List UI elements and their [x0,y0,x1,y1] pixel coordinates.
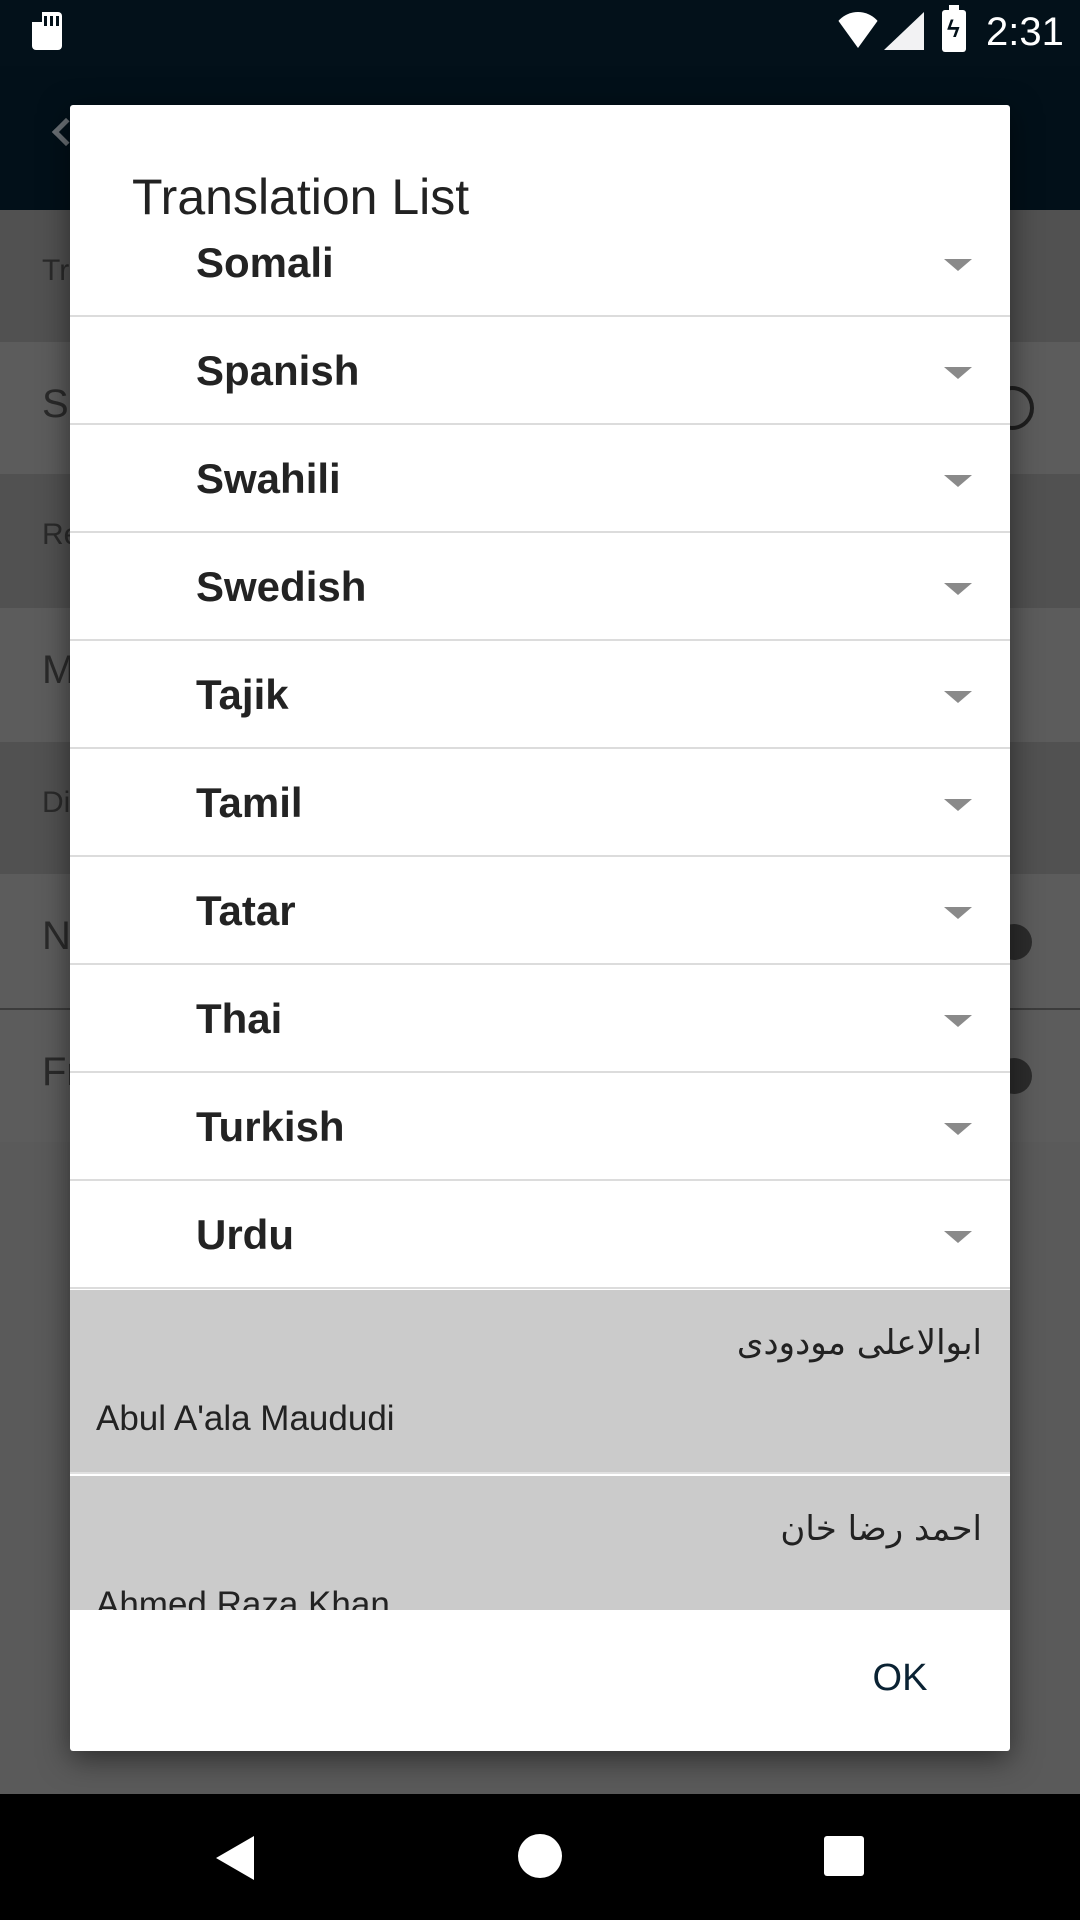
language-row-tatar[interactable]: Tatar [70,857,1010,965]
caret-down-icon[interactable] [944,907,972,919]
language-row-spanish[interactable]: Spanish [70,317,1010,425]
translation-list-dialog: Somali Spanish Swahili Swedish Tajik Tam… [70,105,1010,1751]
translation-native-name: احمد رضا خان [780,1509,982,1549]
status-bar: ϟ 2:31 [0,0,1080,66]
caret-down-icon[interactable] [944,475,972,487]
ok-button[interactable]: OK [830,1640,970,1716]
nav-home-icon[interactable] [518,1834,562,1878]
nav-recents-icon[interactable] [824,1836,864,1876]
caret-down-icon[interactable] [944,1015,972,1027]
caret-down-icon[interactable] [944,583,972,595]
caret-down-icon[interactable] [944,1231,972,1243]
status-time: 2:31 [986,10,1064,54]
navigation-bar [0,1794,1080,1920]
caret-down-icon[interactable] [944,691,972,703]
language-row-somali[interactable]: Somali [70,225,1010,317]
caret-down-icon[interactable] [944,259,972,271]
language-label: Tajik [196,671,289,718]
language-label: Tatar [196,887,296,934]
signal-icon [884,12,924,50]
caret-down-icon[interactable] [944,1123,972,1135]
language-label: Swahili [196,455,341,502]
language-row-tamil[interactable]: Tamil [70,749,1010,857]
language-label: Swedish [196,563,367,610]
translation-item[interactable]: ابوالاعلی مودودی Abul A'ala Maududi [70,1290,1010,1474]
language-row-tajik[interactable]: Tajik [70,641,1010,749]
language-label: Thai [196,995,283,1042]
language-list[interactable]: Somali Spanish Swahili Swedish Tajik Tam… [70,225,1010,1610]
translation-latin-name: Ahmed Raza Khan [96,1585,390,1610]
translation-item[interactable]: احمد رضا خان Ahmed Raza Khan [70,1476,1010,1610]
language-label: Spanish [196,347,360,394]
language-label: Urdu [196,1211,294,1258]
dialog-title: Translation List [132,169,470,225]
language-row-swedish[interactable]: Swedish [70,533,1010,641]
language-row-urdu[interactable]: Urdu [70,1181,1010,1289]
caret-down-icon[interactable] [944,367,972,379]
language-label: Turkish [196,1103,345,1150]
caret-down-icon[interactable] [944,799,972,811]
language-label: Somali [196,239,334,286]
wifi-icon [832,12,884,48]
language-label: Tamil [196,779,303,826]
battery-charging-icon: ϟ [942,5,966,52]
translation-latin-name: Abul A'ala Maududi [96,1399,395,1438]
language-row-swahili[interactable]: Swahili [70,425,1010,533]
sd-card-icon [32,12,62,50]
language-row-turkish[interactable]: Turkish [70,1073,1010,1181]
language-row-thai[interactable]: Thai [70,965,1010,1073]
nav-back-icon[interactable] [216,1836,254,1880]
translation-native-name: ابوالاعلی مودودی [736,1323,982,1363]
